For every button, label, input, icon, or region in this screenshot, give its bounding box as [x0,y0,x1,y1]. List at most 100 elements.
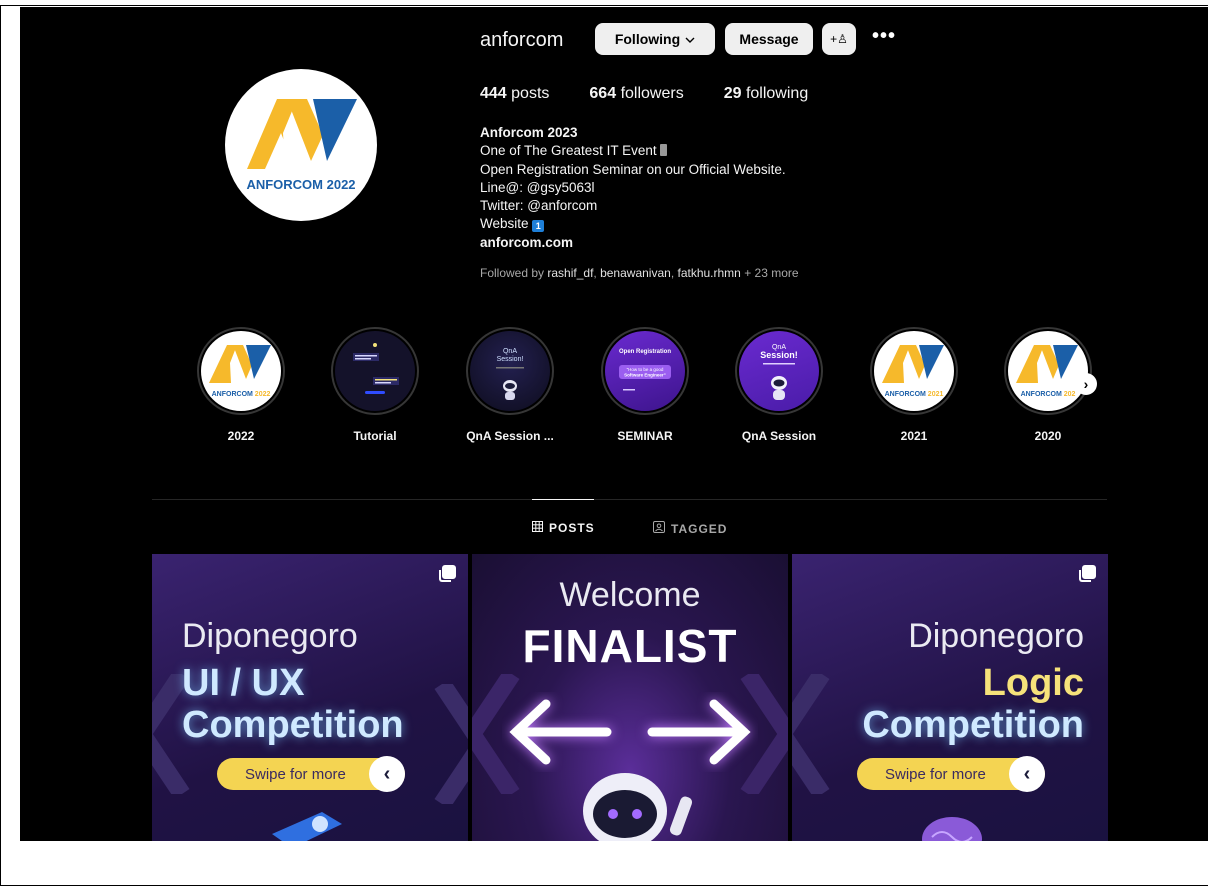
add-user-icon: +♙ [830,32,848,46]
post-title-line: Diponegoro [908,617,1084,655]
active-tab-indicator [532,499,594,500]
highlight-label: QnA Session [741,429,817,443]
logo-text: ANFORCOM 2022 [246,177,355,192]
post-tile[interactable]: Welcome FINALIST [472,554,788,841]
svg-text:Session!: Session! [760,350,798,360]
highlight-label: SEMINAR [617,429,673,443]
double-arrow-graphic [509,699,751,765]
more-options-icon[interactable]: ••• [872,25,896,48]
bio-website-link[interactable]: anforcom.com [480,234,980,252]
svg-text:ANFORCOM 202: ANFORCOM 202 [1021,391,1076,398]
tutorial-cover-image [353,343,399,394]
post-title-line: Diponegoro [182,617,358,655]
story-highlights: ANFORCOM 2022 2022 Tutorial QnA Session!… [20,327,1208,457]
highlight-label: Tutorial [353,429,397,443]
post-title-line: Logic [982,662,1084,704]
svg-text:Open Registration: Open Registration [619,349,671,355]
tab-posts-label: POSTS [549,521,595,535]
arrow-left-icon: ‹ [1009,756,1045,792]
followed-by-prefix: Followed by [480,266,548,280]
stat-followers-label: followers [620,85,684,102]
highlight-tutorial[interactable]: Tutorial [325,327,425,443]
grid-icon [532,521,543,535]
svg-text:Software Engineer": Software Engineer" [624,373,666,378]
post-title-line: UI / UX [182,662,305,704]
svg-text:ANFORCOM 2021: ANFORCOM 2021 [885,391,944,398]
profile-username: anforcom [480,29,564,51]
brain-illustration [922,817,982,841]
top-border [0,0,1208,6]
highlight-qna-session-1[interactable]: QnA Session! QnA Session ... [460,327,560,443]
highlight-label: 2022 [227,429,255,443]
tagged-user-icon [653,521,665,536]
followed-by-user[interactable]: fatkhu.rhmn [677,266,740,280]
add-user-button[interactable]: +♙ [822,23,856,55]
post-tile[interactable]: Diponegoro UI / UX Competition Swipe for… [152,554,468,841]
followed-by[interactable]: Followed by rashif_df, benawanivan, fatk… [480,266,799,280]
stat-following-label: following [745,85,809,102]
followed-by-user[interactable]: rashif_df [547,266,593,280]
anforcom-logo: ANFORCOM 2022 [209,345,271,398]
highlight-2021[interactable]: ANFORCOM 2021 2021 [864,327,964,443]
highlight-label: 2021 [900,429,928,443]
phone-illustration [272,812,342,841]
message-button[interactable]: Message [725,23,813,55]
post-title-line: Welcome [559,576,701,614]
bio-line-1: One of The Greatest IT Event [480,143,657,159]
swipe-for-more-pill: Swipe for more ‹ [217,756,405,792]
swipe-for-more-pill: Swipe for more ‹ [857,756,1045,792]
stat-following-count: 29 [723,85,742,102]
svg-text:Session!: Session! [497,356,524,363]
profile-avatar[interactable]: ANFORCOM 2022 [225,69,377,221]
multiple-photos-icon [439,565,456,582]
profile-bio: Anforcom 2023 One of The Greatest IT Eve… [480,124,980,252]
anforcom-logo: ANFORCOM 202 [1016,345,1078,398]
tabs-divider [152,499,1107,500]
bio-line-3: Line@: @gsy5063l [480,179,595,195]
tab-tagged-label: TAGGED [671,521,728,536]
svg-text:QnA: QnA [503,348,517,355]
highlight-seminar[interactable]: Open Registration "How to be a good Soft… [595,327,695,443]
anforcom-logo: ANFORCOM 2022 [246,99,357,192]
stat-posts-count: 444 [480,85,507,102]
tab-posts[interactable]: POSTS [532,521,595,535]
stat-following[interactable]: 29 following [724,85,809,103]
highlight-qna-session-2[interactable]: QnA Session! QnA Session [729,327,829,443]
highlight-2022[interactable]: ANFORCOM 2022 2022 [191,327,291,443]
stat-followers-count: 664 [589,85,617,102]
followed-by-more: + 23 more [740,266,799,280]
robot-mascot [583,773,693,841]
arrow-left-icon: ‹ [369,756,405,792]
svg-text:ANFORCOM 2022: ANFORCOM 2022 [212,391,271,398]
bio-line: Website 1 [480,215,980,233]
post-tile[interactable]: Diponegoro Logic Competition Swipe for m… [792,554,1108,841]
seminar-cover-image: Open Registration "How to be a good Soft… [619,349,671,391]
highlights-next-button[interactable]: › [1075,373,1097,395]
qna-robot-cover-image: QnA Session! [496,348,524,400]
profile-stats: 444 posts 664 followers 29 following [480,85,848,103]
bio-line-5: Website [480,216,529,232]
highlight-label: QnA Session ... [466,429,554,443]
multiple-photos-icon [1079,565,1096,582]
followed-by-user[interactable]: benawanivan [600,266,671,280]
swipe-label: Swipe for more [885,765,986,783]
phone-icon [660,144,668,157]
number-one-icon: 1 [532,220,545,233]
post-title-line: Competition [182,704,404,746]
following-button[interactable]: Following [595,23,715,55]
decorative-chevron [792,674,830,794]
svg-text:"How to be a good: "How to be a good [627,367,664,372]
following-label: Following [614,31,681,47]
tab-tagged[interactable]: TAGGED [653,521,727,536]
highlight-label: 2020 [1034,429,1062,443]
swipe-label: Swipe for more [245,765,346,783]
bio-line: One of The Greatest IT Event [480,142,980,160]
stat-posts[interactable]: 444 posts [480,85,549,103]
stat-posts-label: posts [511,85,550,102]
post-title-line: Competition [862,704,1084,746]
instagram-profile-page: ANFORCOM 2022 anforcom Following Message… [20,7,1208,841]
bio-line-4: Twitter: @anforcom [480,198,598,214]
stat-followers[interactable]: 664 followers [589,85,683,103]
post-title-line: FINALIST [522,620,738,672]
qna-session-cover-image: QnA Session! [760,344,798,400]
